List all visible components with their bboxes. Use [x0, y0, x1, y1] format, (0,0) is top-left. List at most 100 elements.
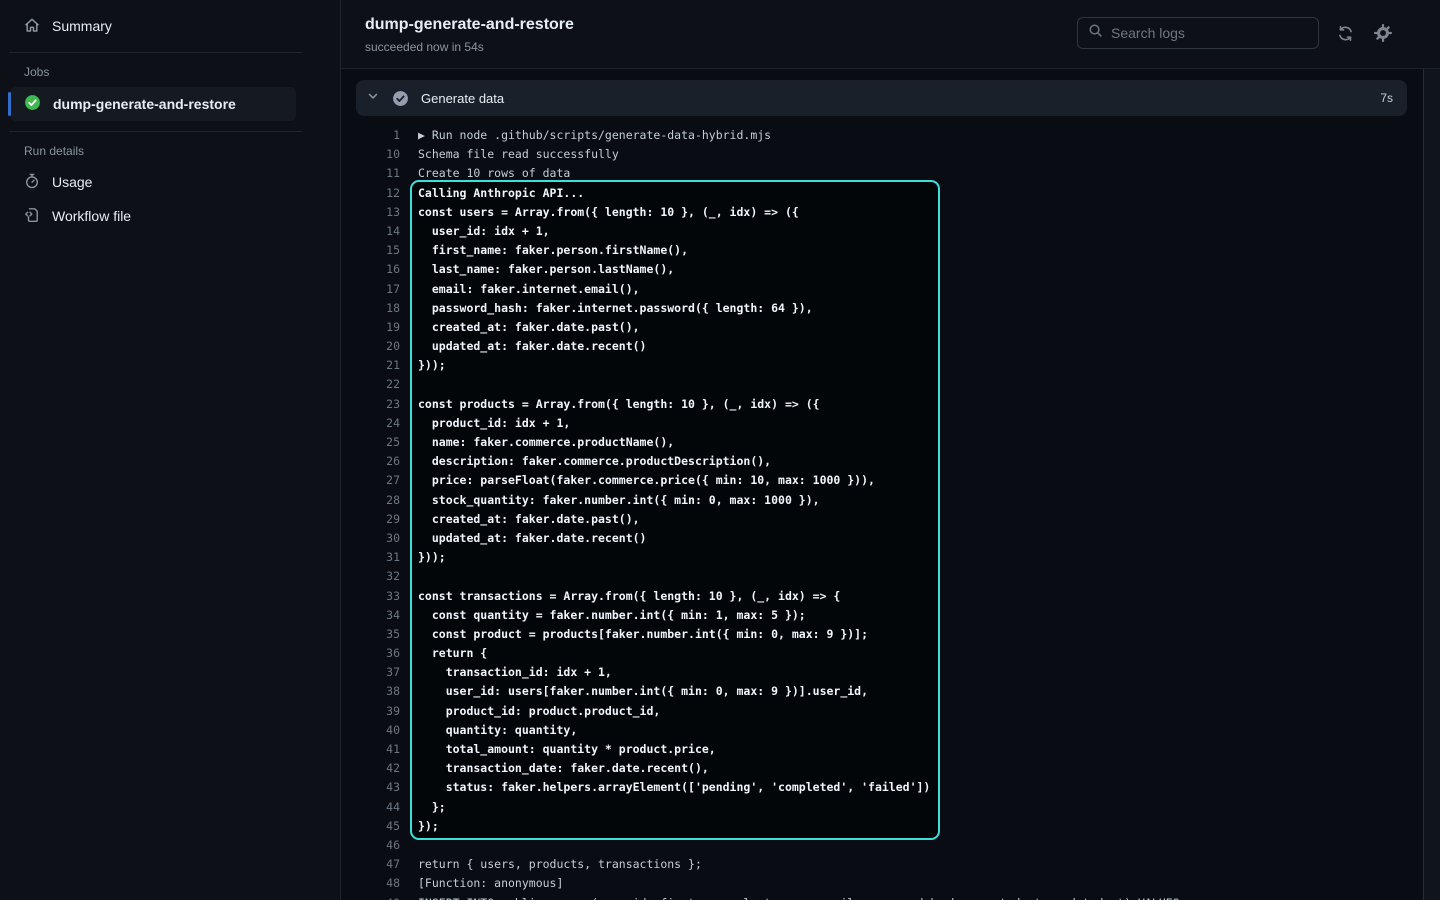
log-line-number[interactable]: 27	[356, 471, 400, 490]
log-line-number[interactable]: 1	[356, 126, 400, 145]
log-line-number[interactable]: 46	[356, 836, 400, 855]
stopwatch-icon	[24, 173, 40, 192]
log-line-1: 1▶ Run node .github/scripts/generate-dat…	[356, 126, 1423, 145]
log-line-10: 10 Schema file read successfully	[356, 145, 1423, 164]
log-line-number[interactable]: 15	[356, 241, 400, 260]
log-line-16: 16 last_name: faker.person.lastName(),	[356, 260, 1423, 279]
log-line-14: 14 user_id: idx + 1,	[356, 222, 1423, 241]
log-line-number[interactable]: 40	[356, 721, 400, 740]
log-line-text: product_id: product.product_id,	[418, 702, 660, 721]
log-line-number[interactable]: 49	[356, 894, 400, 900]
log-line-number[interactable]: 18	[356, 299, 400, 318]
log-line-30: 30 updated_at: faker.date.recent()	[356, 529, 1423, 548]
log-settings-button[interactable]	[1372, 22, 1394, 44]
log-line-number[interactable]: 30	[356, 529, 400, 548]
sidebar: Summary Jobs dump-generate-and-restore R…	[0, 0, 341, 900]
log-line-number[interactable]: 13	[356, 203, 400, 222]
log-line-number[interactable]: 21	[356, 356, 400, 375]
log-line-11: 11Create 10 rows of data	[356, 164, 1423, 183]
log-line-text: INSERT INTO public.users (user_id, first…	[418, 894, 1180, 900]
log-line-text: stock_quantity: faker.number.int({ min: …	[418, 491, 820, 510]
log-line-number[interactable]: 34	[356, 606, 400, 625]
log-line-number[interactable]: 10	[356, 145, 400, 164]
sidebar-item-usage[interactable]: Usage	[8, 166, 332, 198]
log-line-number[interactable]: 47	[356, 855, 400, 874]
search-logs-box[interactable]	[1077, 17, 1319, 49]
refresh-icon	[1337, 25, 1354, 42]
log-line-47: 47 return { users, products, transactions…	[356, 855, 1423, 874]
log-line-text: product_id: idx + 1,	[418, 414, 570, 433]
log-line-number[interactable]: 43	[356, 778, 400, 797]
run-details-section-label: Run details	[0, 142, 340, 164]
step-success-check-icon	[392, 90, 409, 107]
job-name-label: dump-generate-and-restore	[53, 96, 236, 112]
log-line-text: price: parseFloat(faker.commerce.price({…	[418, 471, 875, 490]
log-line-number[interactable]: 35	[356, 625, 400, 644]
log-line-text: email: faker.internet.email(),	[418, 280, 640, 299]
sidebar-item-label: Usage	[52, 174, 92, 190]
log-line-number[interactable]: 36	[356, 644, 400, 663]
log-line-number[interactable]: 44	[356, 798, 400, 817]
log-line-49: 49 INSERT INTO public.users (user_id, fir…	[356, 894, 1423, 900]
log-line-number[interactable]: 24	[356, 414, 400, 433]
log-line-number[interactable]: 45	[356, 817, 400, 836]
log-line-text: [Function: anonymous]	[418, 874, 563, 893]
log-line-text: });	[418, 817, 439, 836]
refresh-logs-button[interactable]	[1335, 23, 1356, 44]
log-line-17: 17 email: faker.internet.email(),	[356, 280, 1423, 299]
log-line-text: description: faker.commerce.productDescr…	[418, 452, 771, 471]
log-line-23: 23const products = Array.from({ length: …	[356, 395, 1423, 414]
log-line-number[interactable]: 12	[356, 184, 400, 203]
sidebar-divider	[9, 131, 302, 132]
log-line-text: return {	[418, 644, 487, 663]
scrollbar-gutter	[1423, 69, 1440, 900]
log-line-number[interactable]: 48	[356, 874, 400, 893]
log-line-number[interactable]: 22	[356, 375, 400, 394]
log-line-number[interactable]: 25	[356, 433, 400, 452]
log-line-text: const quantity = faker.number.int({ min:…	[418, 606, 806, 625]
log-line-number[interactable]: 20	[356, 337, 400, 356]
log-line-25: 25 name: faker.commerce.productName(),	[356, 433, 1423, 452]
page-title: dump-generate-and-restore	[365, 16, 574, 34]
log-line-number[interactable]: 16	[356, 260, 400, 279]
log-line-number[interactable]: 17	[356, 280, 400, 299]
log-line-number[interactable]: 26	[356, 452, 400, 471]
log-line-number[interactable]: 11	[356, 164, 400, 183]
sidebar-item-workflow-file[interactable]: Workflow file	[8, 200, 332, 232]
log-line-text: created_at: faker.date.past(),	[418, 318, 640, 337]
sidebar-item-job[interactable]: dump-generate-and-restore	[10, 87, 296, 121]
log-line-number[interactable]: 32	[356, 567, 400, 586]
log-line-number[interactable]: 37	[356, 663, 400, 682]
log-line-24: 24 product_id: idx + 1,	[356, 414, 1423, 433]
log-line-number[interactable]: 29	[356, 510, 400, 529]
step-header-generate-data[interactable]: Generate data 7s	[356, 80, 1407, 116]
sidebar-item-summary[interactable]: Summary	[8, 10, 332, 42]
log-line-number[interactable]: 38	[356, 682, 400, 701]
run-status-text: succeeded now in 54s	[365, 40, 484, 54]
run-header: dump-generate-and-restore succeeded now …	[341, 0, 1440, 69]
log-line-number[interactable]: 28	[356, 491, 400, 510]
log-line-text: Schema file read successfully	[418, 145, 619, 164]
log-line-35: 35 const product = products[faker.number…	[356, 625, 1423, 644]
log-line-text: last_name: faker.person.lastName(),	[418, 260, 674, 279]
log-line-42: 42 transaction_date: faker.date.recent()…	[356, 759, 1423, 778]
log-line-number[interactable]: 39	[356, 702, 400, 721]
log-line-number[interactable]: 42	[356, 759, 400, 778]
log-line-number[interactable]: 19	[356, 318, 400, 337]
log-line-number[interactable]: 14	[356, 222, 400, 241]
log-line-text: user_id: users[faker.number.int({ min: 0…	[418, 682, 868, 701]
log-line-number[interactable]: 41	[356, 740, 400, 759]
log-line-33: 33const transactions = Array.from({ leng…	[356, 587, 1423, 606]
log-line-number[interactable]: 23	[356, 395, 400, 414]
log-line-36: 36 return {	[356, 644, 1423, 663]
log-line-text: name: faker.commerce.productName(),	[418, 433, 674, 452]
log-line-text: return { users, products, transactions }…	[418, 855, 702, 874]
log-line-21: 21}));	[356, 356, 1423, 375]
log-line-29: 29 created_at: faker.date.past(),	[356, 510, 1423, 529]
log-line-number[interactable]: 33	[356, 587, 400, 606]
log-line-text: const product = products[faker.number.in…	[418, 625, 868, 644]
log-line-number[interactable]: 31	[356, 548, 400, 567]
search-logs-input[interactable]	[1111, 25, 1308, 41]
chevron-down-icon	[366, 89, 380, 108]
log-line-text: transaction_id: idx + 1,	[418, 663, 612, 682]
